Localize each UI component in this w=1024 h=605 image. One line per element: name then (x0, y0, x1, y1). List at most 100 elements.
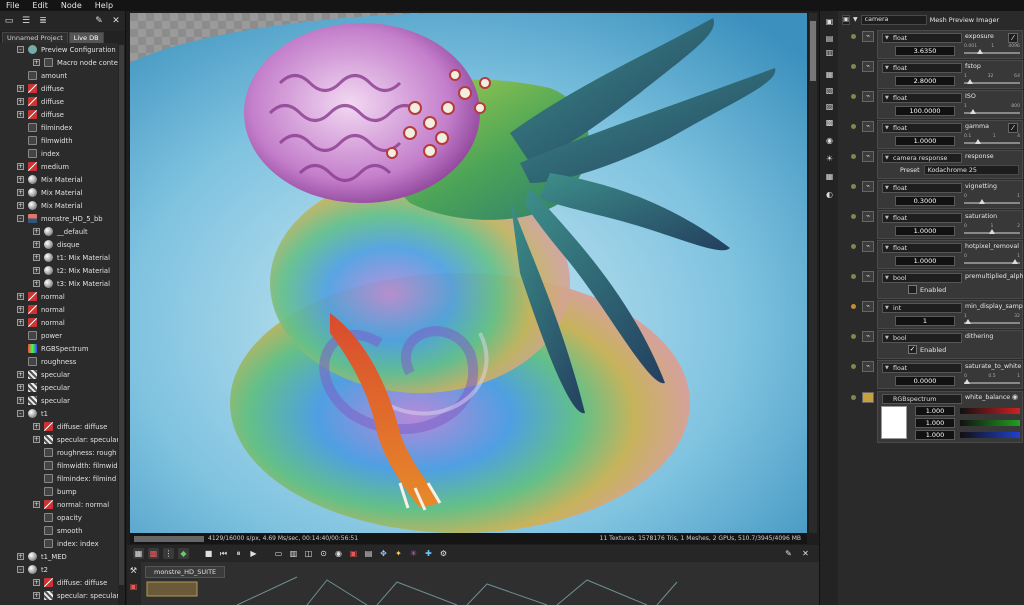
pin-dot[interactable] (851, 214, 856, 219)
image-icon[interactable]: ▣ (842, 14, 850, 25)
slider-knob[interactable] (964, 379, 970, 384)
play-icon[interactable]: ▶ (248, 548, 259, 559)
tree-item[interactable]: - monstre_HD_5_bb (17, 212, 103, 225)
checker-icon[interactable]: ▦ (824, 171, 835, 182)
expand-toggle-icon[interactable]: + (33, 59, 40, 66)
menu-node[interactable]: Node (55, 1, 89, 10)
image-icon[interactable]: ▣ (824, 16, 835, 27)
preset-combo[interactable]: Kodachrome 25 (923, 165, 1019, 175)
node-type-icon[interactable] (862, 392, 874, 403)
expand-toggle-icon[interactable]: + (33, 254, 40, 261)
node-type-icon[interactable]: ⌁ (862, 361, 874, 372)
tree-item[interactable]: index: index (33, 537, 99, 550)
node-type-icon[interactable]: ⌁ (862, 31, 874, 42)
graph-tab-monstre-hd-suite[interactable]: monstre_HD_SUITE (145, 566, 226, 578)
menu-help[interactable]: Help (89, 1, 120, 10)
node-type-icon[interactable]: ⌁ (862, 331, 874, 342)
wb-green-slider[interactable] (960, 420, 1020, 426)
param-slider[interactable]: 01 (964, 194, 1020, 207)
expand-toggle-icon[interactable]: + (17, 176, 24, 183)
settings-icon[interactable]: ⚙ (438, 548, 449, 559)
expand-toggle-icon[interactable]: + (17, 384, 24, 391)
expand-toggle-icon[interactable]: + (17, 553, 24, 560)
node-type-icon[interactable]: ⌁ (862, 241, 874, 252)
checkbox[interactable]: ✓ (908, 345, 917, 354)
node-type-icon[interactable]: ⌁ (862, 91, 874, 102)
expand-toggle-icon[interactable]: + (17, 306, 24, 313)
white-balance-swatch[interactable] (881, 406, 907, 439)
tree-item[interactable]: + Mix Material (17, 186, 83, 199)
tree-item[interactable]: + t2: Mix Material (33, 264, 110, 277)
tree-item[interactable]: - Preview Configuration (17, 43, 116, 56)
color-icon[interactable]: ◐ (824, 189, 835, 200)
tree-item[interactable]: + specular: specular (33, 589, 118, 602)
param-slider[interactable]: 1 32 64 (964, 74, 1020, 87)
tree-item[interactable]: + specular (17, 394, 70, 407)
expand-toggle-icon[interactable]: + (17, 163, 24, 170)
slider-knob[interactable] (970, 109, 976, 114)
node-type-icon[interactable]: ⌁ (862, 301, 874, 312)
param-type-combo[interactable]: float (882, 213, 962, 223)
param-value-field[interactable]: 3.6350 (895, 46, 955, 56)
node-type-icon[interactable]: ⌁ (862, 181, 874, 192)
slider-knob[interactable] (966, 79, 973, 84)
pause-icon[interactable]: ⏸ (233, 548, 244, 559)
tree-item[interactable]: amount (17, 69, 67, 82)
sun-icon[interactable]: ☀ (824, 153, 835, 164)
tree-item[interactable]: + normal (17, 290, 65, 303)
tree-item[interactable]: - t2 (17, 563, 48, 576)
camera-icon[interactable]: ◉ (824, 135, 835, 146)
param-slider[interactable]: 1 800 (964, 104, 1020, 117)
param-value-field[interactable]: 1.0000 (895, 256, 955, 266)
expand-toggle-icon[interactable]: + (17, 397, 24, 404)
tab-live-db[interactable]: Live DB (68, 32, 104, 43)
expand-toggle-icon[interactable]: + (33, 579, 40, 586)
wrench-icon[interactable]: ✎ (783, 548, 794, 559)
enabled-checkbox-row[interactable]: Enabled (908, 285, 946, 294)
monitor-icon[interactable]: ▭ (273, 548, 284, 559)
node-type-icon[interactable]: ⌁ (862, 151, 874, 162)
param-type-combo[interactable]: int (882, 303, 962, 313)
expand-toggle-icon[interactable]: + (33, 501, 40, 508)
menu-edit[interactable]: Edit (26, 1, 55, 10)
tree-item[interactable]: + t3: Mix Material (33, 277, 110, 290)
link-icon[interactable]: ⁄ (1008, 33, 1018, 43)
expand-toggle-icon[interactable]: + (17, 189, 24, 196)
tree-item[interactable]: roughness (17, 355, 76, 368)
tree-item[interactable]: + normal (17, 316, 65, 329)
wb-red-value[interactable]: 1.000 (915, 406, 955, 416)
viewport-scrollbar[interactable] (809, 13, 817, 533)
node-type-icon[interactable]: ⌁ (862, 211, 874, 222)
param-type-combo[interactable]: float (882, 243, 962, 253)
wb-green-value[interactable]: 1.000 (915, 418, 955, 428)
expand-toggle-icon[interactable]: + (17, 293, 24, 300)
param-type-combo[interactable]: camera response (882, 153, 962, 163)
collapse-toggle-icon[interactable]: - (17, 215, 24, 222)
tree-item[interactable]: + diffuse (17, 82, 64, 95)
light-icon[interactable]: ✦ (393, 548, 404, 559)
clipboard-icon[interactable]: ▤ (363, 548, 374, 559)
graph-color-icon[interactable]: ▣ (128, 581, 139, 592)
param-type-combo[interactable]: float (882, 183, 962, 193)
param-type-combo[interactable]: float (882, 123, 962, 133)
tree-item[interactable]: + t1: Mix Material (33, 251, 110, 264)
cube-icon[interactable]: ◆ (178, 548, 189, 559)
wb-red-slider[interactable] (960, 408, 1020, 414)
list-icon[interactable]: ▤ (824, 33, 835, 44)
param-value-field[interactable]: 1.0000 (895, 226, 955, 236)
collapse-toggle-icon[interactable]: - (17, 566, 24, 573)
param-slider[interactable]: 01 (964, 254, 1020, 267)
slider-knob[interactable] (976, 49, 983, 54)
param-value-field[interactable]: 1 (895, 316, 955, 326)
pin-dot[interactable] (851, 184, 856, 189)
texture-icon[interactable]: ✳ (408, 548, 419, 559)
tree-item[interactable]: index (17, 147, 60, 160)
tree-item[interactable]: + medium (17, 160, 69, 173)
tree-item[interactable]: smooth (33, 524, 82, 537)
display-icon[interactable]: ▩ (824, 117, 835, 128)
param-slider[interactable]: 0 0.5 1 (964, 374, 1020, 387)
copy-icon[interactable]: ▥ (824, 47, 835, 58)
outliner-scrollbar[interactable] (118, 43, 125, 605)
tree-item[interactable]: + normal (17, 303, 65, 316)
param-value-field[interactable]: 0.3000 (895, 196, 955, 206)
